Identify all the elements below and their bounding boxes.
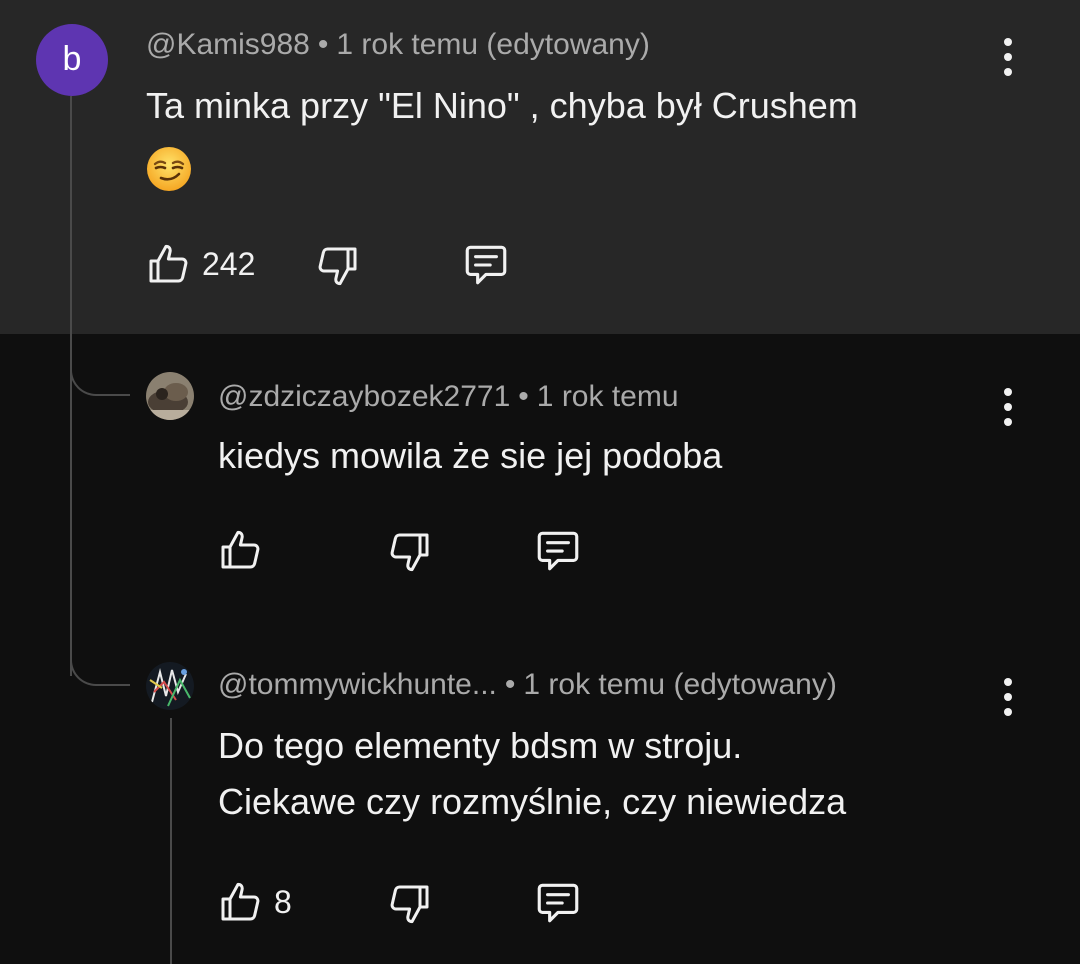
reply-button[interactable]	[460, 240, 512, 290]
separator: •	[504, 668, 516, 701]
author-name[interactable]: @Kamis988	[146, 28, 310, 61]
reply-button[interactable]	[532, 526, 584, 576]
thumb-down-icon	[390, 533, 429, 572]
comment-text: kiedys mowila że sie jej podoba	[218, 428, 722, 484]
comment-meta: @zdziczaybozek2771 • 1 rok temu	[218, 380, 679, 414]
dislike-button[interactable]	[386, 528, 434, 576]
separator: •	[317, 28, 329, 61]
thread-connector	[70, 620, 130, 686]
author-name[interactable]: @tommywickhunte...	[218, 668, 497, 701]
dislike-button[interactable]	[386, 880, 434, 928]
comment-icon	[537, 531, 579, 571]
timestamp: 1 rok temu	[536, 380, 679, 413]
comment-icon	[537, 883, 579, 923]
comment-text-line: Ciekawe czy rozmyślnie, czy niewiedza	[218, 781, 847, 822]
more-vertical-icon[interactable]	[998, 676, 1018, 720]
reply-button[interactable]	[532, 878, 584, 928]
thumb-down-icon	[390, 885, 429, 924]
timestamp: 1 rok temu (edytowany)	[523, 668, 837, 701]
thumb-up-icon	[221, 882, 260, 921]
avatar[interactable]	[146, 372, 194, 420]
like-count: 242	[202, 245, 256, 282]
thread-line	[70, 96, 72, 676]
smirking-face-icon	[147, 147, 191, 191]
avatar[interactable]: b	[36, 24, 108, 96]
thread-connector	[70, 330, 130, 396]
avatar-photo	[146, 372, 194, 420]
comment-text-line: Do tego elementy bdsm w stroju.	[218, 725, 743, 766]
avatar[interactable]	[146, 662, 194, 710]
thumb-up-icon	[221, 530, 260, 569]
thumb-down-icon	[318, 247, 357, 286]
avatar-photo	[146, 662, 194, 710]
thumb-up-icon	[149, 244, 188, 283]
comment-text: Do tego elementy bdsm w stroju. Ciekawe …	[218, 718, 846, 830]
like-button[interactable]	[216, 526, 264, 574]
dislike-button[interactable]	[314, 242, 362, 290]
comment-text-line: kiedys mowila że sie jej podoba	[218, 435, 723, 476]
comment-thread: b @Kamis988 • 1 rok temu (edytowany) Ta mi…	[0, 0, 1080, 964]
separator: •	[518, 380, 529, 413]
timestamp: 1 rok temu (edytowany)	[336, 28, 650, 61]
like-button[interactable]: 8	[216, 878, 292, 926]
comment-meta: @Kamis988 • 1 rok temu (edytowany)	[146, 28, 650, 62]
more-vertical-icon[interactable]	[998, 386, 1018, 430]
comment-meta: @tommywickhunte... • 1 rok temu (edytowany…	[218, 668, 837, 702]
comment-text-line: Ta minka przy "El Nino" , chyba był Crus…	[146, 85, 858, 126]
more-vertical-icon[interactable]	[998, 36, 1018, 80]
comment-text: Ta minka przy "El Nino" , chyba był Crus…	[146, 78, 858, 134]
thread-line	[170, 718, 172, 964]
like-button[interactable]: 242	[144, 240, 255, 288]
like-count: 8	[274, 883, 292, 920]
comment-icon	[465, 245, 507, 285]
author-name[interactable]: @zdziczaybozek2771	[218, 380, 510, 413]
